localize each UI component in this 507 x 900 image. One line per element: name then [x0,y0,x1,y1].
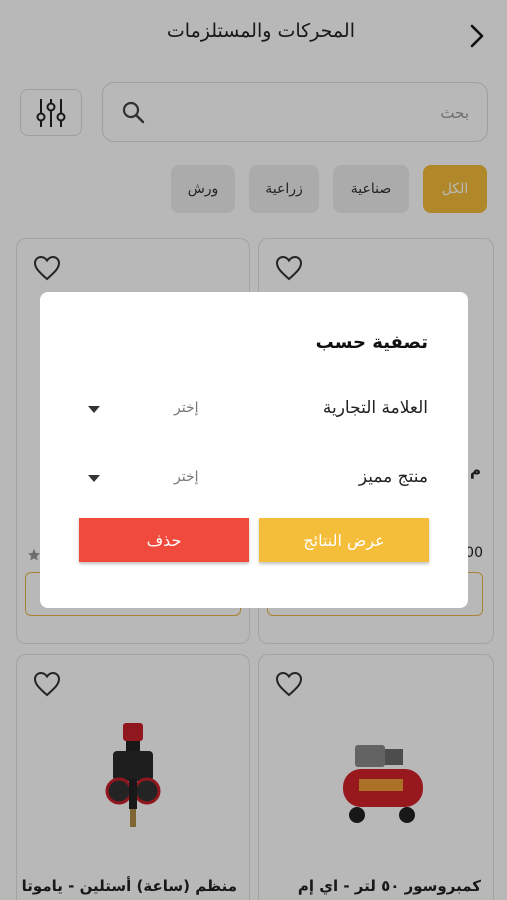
brand-filter-label: العلامة التجارية [322,398,428,418]
delete-button[interactable]: حذف [79,518,249,562]
dialog-title: تصفية حسب [315,332,428,353]
featured-select-value[interactable]: إختر [174,469,199,485]
brand-select-value[interactable]: إختر [174,400,199,416]
chevron-down-icon[interactable] [88,406,100,413]
chevron-down-icon[interactable] [88,475,100,482]
brand-filter-row[interactable]: العلامة التجارية إختر [80,394,428,426]
filter-dialog: تصفية حسب العلامة التجارية إختر منتج ممي… [40,292,468,608]
show-results-button[interactable]: عرض النتائج [259,518,429,562]
featured-filter-label: منتج مميز [358,467,428,487]
featured-filter-row[interactable]: منتج مميز إختر [80,463,428,495]
